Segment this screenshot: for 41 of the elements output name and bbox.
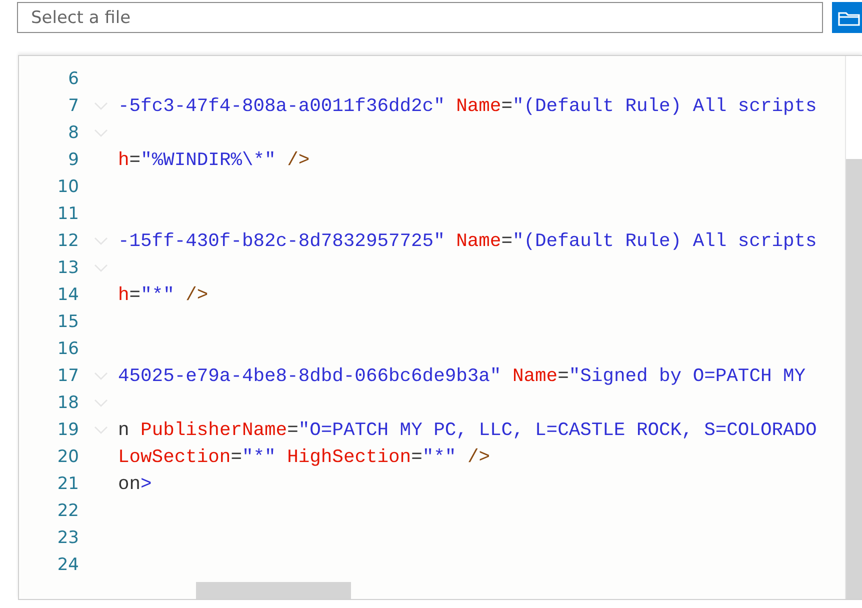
line-number: 14 [56, 284, 79, 304]
scrollbar-thumb[interactable] [846, 159, 862, 599]
fold-chevron-icon[interactable] [94, 264, 108, 272]
code-line: h="*" /> [118, 284, 208, 306]
folder-icon [838, 10, 860, 26]
code-line: LowSection="*" HighSection="*" /> [118, 446, 490, 468]
scrollbar-thumb[interactable] [196, 582, 351, 599]
line-number: 16 [56, 338, 79, 358]
line-number: 17 [56, 366, 79, 386]
fold-chevron-icon[interactable] [94, 398, 108, 406]
browse-button[interactable] [832, 2, 862, 33]
line-number: 23 [56, 528, 79, 548]
line-number: 9 [67, 150, 79, 170]
line-number: 8 [67, 122, 79, 142]
code-line: on> [118, 472, 152, 494]
line-number: 11 [56, 204, 79, 224]
line-number: 21 [56, 474, 79, 494]
line-number: 20 [56, 446, 79, 466]
line-number: 10 [56, 176, 79, 196]
vertical-scrollbar[interactable] [845, 56, 862, 599]
code-line: 45025-e79a-4be8-8dbd-066bc6de9b3a" Name="Signed by O=PATCH MY [118, 364, 806, 386]
fold-chevron-icon[interactable] [94, 372, 108, 380]
line-number: 15 [56, 312, 79, 332]
code-line: -15ff-430f-b82c-8d7832957725" Name="(Default Rule) All scripts [118, 230, 817, 252]
fold-chevron-icon[interactable] [94, 426, 108, 434]
line-number: 7 [67, 96, 79, 116]
fold-chevron-icon[interactable] [94, 128, 108, 136]
code-line: n PublisherName="O=PATCH MY PC, LLC, L=CASTLE ROCK, S=COLORADO [118, 418, 817, 440]
fold-chevron-icon[interactable] [94, 102, 108, 110]
fold-chevron-icon[interactable] [94, 236, 108, 244]
line-number: 22 [56, 500, 79, 520]
code-line: -5fc3-47f4-808a-a0011f36dd2c" Name="(Default Rule) All scripts [118, 94, 817, 116]
line-number: 19 [56, 420, 79, 440]
line-number: 24 [56, 554, 79, 574]
line-number: 6 [67, 68, 79, 88]
line-number: 12 [56, 230, 79, 250]
code-line: h="%WINDIR%\*" /> [118, 148, 310, 170]
line-number: 13 [56, 258, 79, 278]
line-number: 18 [56, 392, 79, 412]
file-field[interactable]: Select a file [17, 2, 823, 33]
code-editor[interactable] [18, 55, 862, 600]
